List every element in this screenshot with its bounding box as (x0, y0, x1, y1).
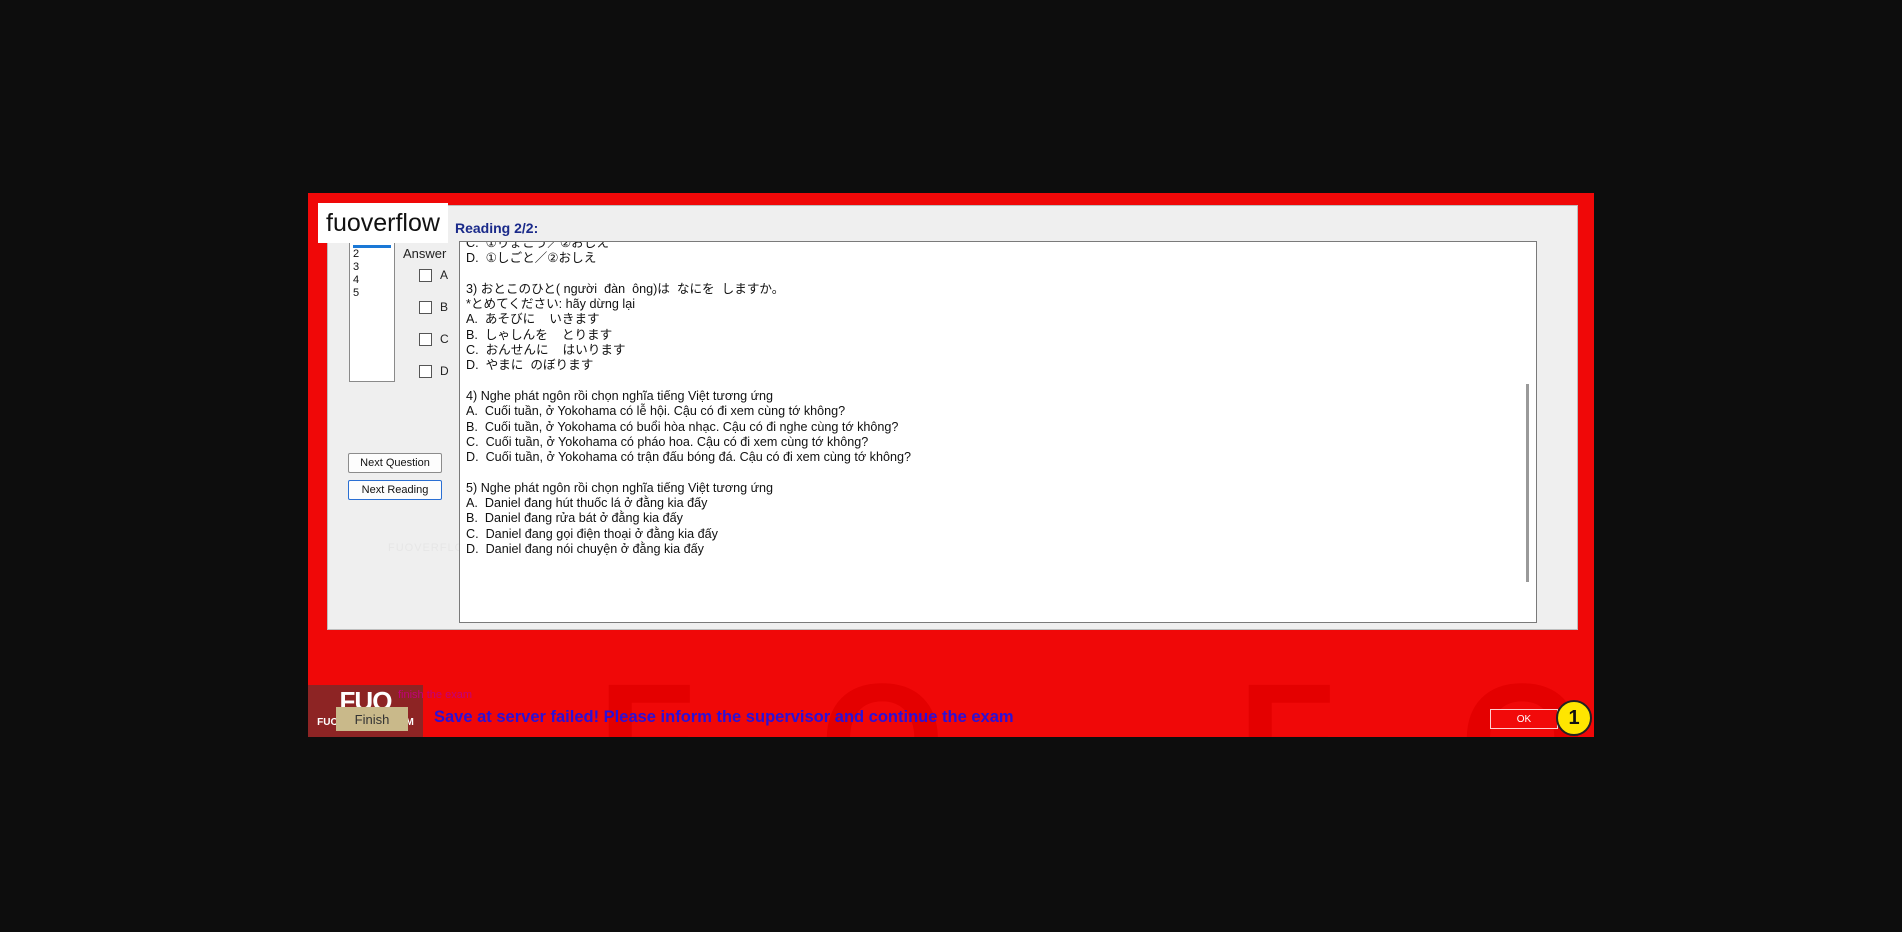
brand-tag: fuoverflow (318, 203, 448, 243)
answer-label: Answer (403, 246, 447, 261)
checkbox-c[interactable] (419, 332, 432, 346)
next-question-button[interactable]: Next Question (348, 453, 442, 473)
option-b-checkbox[interactable]: B (419, 300, 448, 314)
vertical-scrollbar[interactable] (1526, 384, 1529, 582)
question-list-item-4[interactable]: 4 (350, 274, 394, 287)
option-a-checkbox[interactable]: A (419, 268, 448, 282)
next-reading-button[interactable]: Next Reading (348, 480, 442, 500)
reading-line: B. Daniel đang rửa bát ở đằng kia đấy (466, 511, 683, 526)
question-list[interactable]: 2 3 4 5 (349, 242, 395, 382)
reading-blank-line (466, 465, 1530, 480)
exam-window: F O F O fuoverflow 2 3 4 5 Answer A B C … (308, 193, 1594, 737)
ok-button[interactable]: OK (1490, 709, 1558, 729)
checkbox-d[interactable] (419, 364, 432, 378)
reading-line: B. Cuối tuần, ở Yokohama có buổi hòa nhạ… (466, 419, 899, 434)
option-c-label: C (440, 332, 449, 346)
reading-line: 5) Nghe phát ngôn rồi chọn nghĩa tiếng V… (466, 480, 774, 495)
reading-line: D. やまに のぼります (466, 358, 594, 373)
reading-line: *とめてください: hãy dừng lại (466, 297, 636, 312)
reading-text-area[interactable]: C. ①りょこう／②おしえ D. ①しごと／②おしえ 3) おとこのひと( ngườ… (459, 241, 1537, 623)
reading-line: C. ①りょこう／②おしえ (466, 241, 609, 250)
reading-blank-line (466, 267, 1530, 282)
finish-hint: finish the exam (398, 689, 472, 701)
reading-line: C. おんせんに はいります (466, 343, 626, 358)
finish-button[interactable]: Finish (336, 707, 408, 731)
checkbox-a[interactable] (419, 268, 432, 282)
reading-line: A. あそびに いきます (466, 312, 600, 327)
reading-line: 4) Nghe phát ngôn rồi chọn nghĩa tiếng V… (466, 388, 774, 403)
question-panel: 2 3 4 5 Answer A B C D Next Question Nex… (327, 205, 1578, 630)
option-b-label: B (440, 300, 449, 314)
reading-line: 3) おとこのひと( người đàn ông)は なにを しますか。 (466, 281, 785, 296)
question-list-item-5[interactable]: 5 (350, 287, 394, 300)
question-list-item-3[interactable]: 3 (350, 261, 394, 274)
question-list-item-2[interactable]: 2 (350, 248, 394, 261)
reading-line: B. しゃしんを とります (466, 327, 613, 342)
option-c-checkbox[interactable]: C (419, 332, 449, 346)
option-a-label: A (440, 268, 449, 282)
error-message: Save at server failed! Please inform the… (434, 708, 1014, 726)
option-d-checkbox[interactable]: D (419, 364, 449, 378)
reading-line: A. Cuối tuần, ở Yokohama có lễ hội. Cậu … (466, 404, 846, 419)
reading-line: C. Daniel đang gọi điện thoại ở đằng kia… (466, 526, 718, 541)
reading-line: D. Daniel đang nói chuyện ở đằng kia đấy (466, 541, 704, 556)
reading-line: D. Cuối tuần, ở Yokohama có trận đấu bón… (466, 450, 911, 465)
reading-line: D. ①しごと／②おしえ (466, 251, 597, 266)
reading-blank-line (466, 374, 1530, 389)
reading-content: C. ①りょこう／②おしえ D. ①しごと／②おしえ 3) おとこのひと( ngườ… (460, 241, 1536, 557)
step-badge: 1 (1556, 700, 1592, 736)
checkbox-b[interactable] (419, 300, 432, 314)
reading-title: Reading 2/2: (455, 220, 539, 236)
reading-line: A. Daniel đang hút thuốc lá ở đằng kia đ… (466, 496, 708, 511)
reading-line: C. Cuối tuần, ở Yokohama có pháo hoa. Cậ… (466, 434, 869, 449)
option-d-label: D (440, 364, 449, 378)
